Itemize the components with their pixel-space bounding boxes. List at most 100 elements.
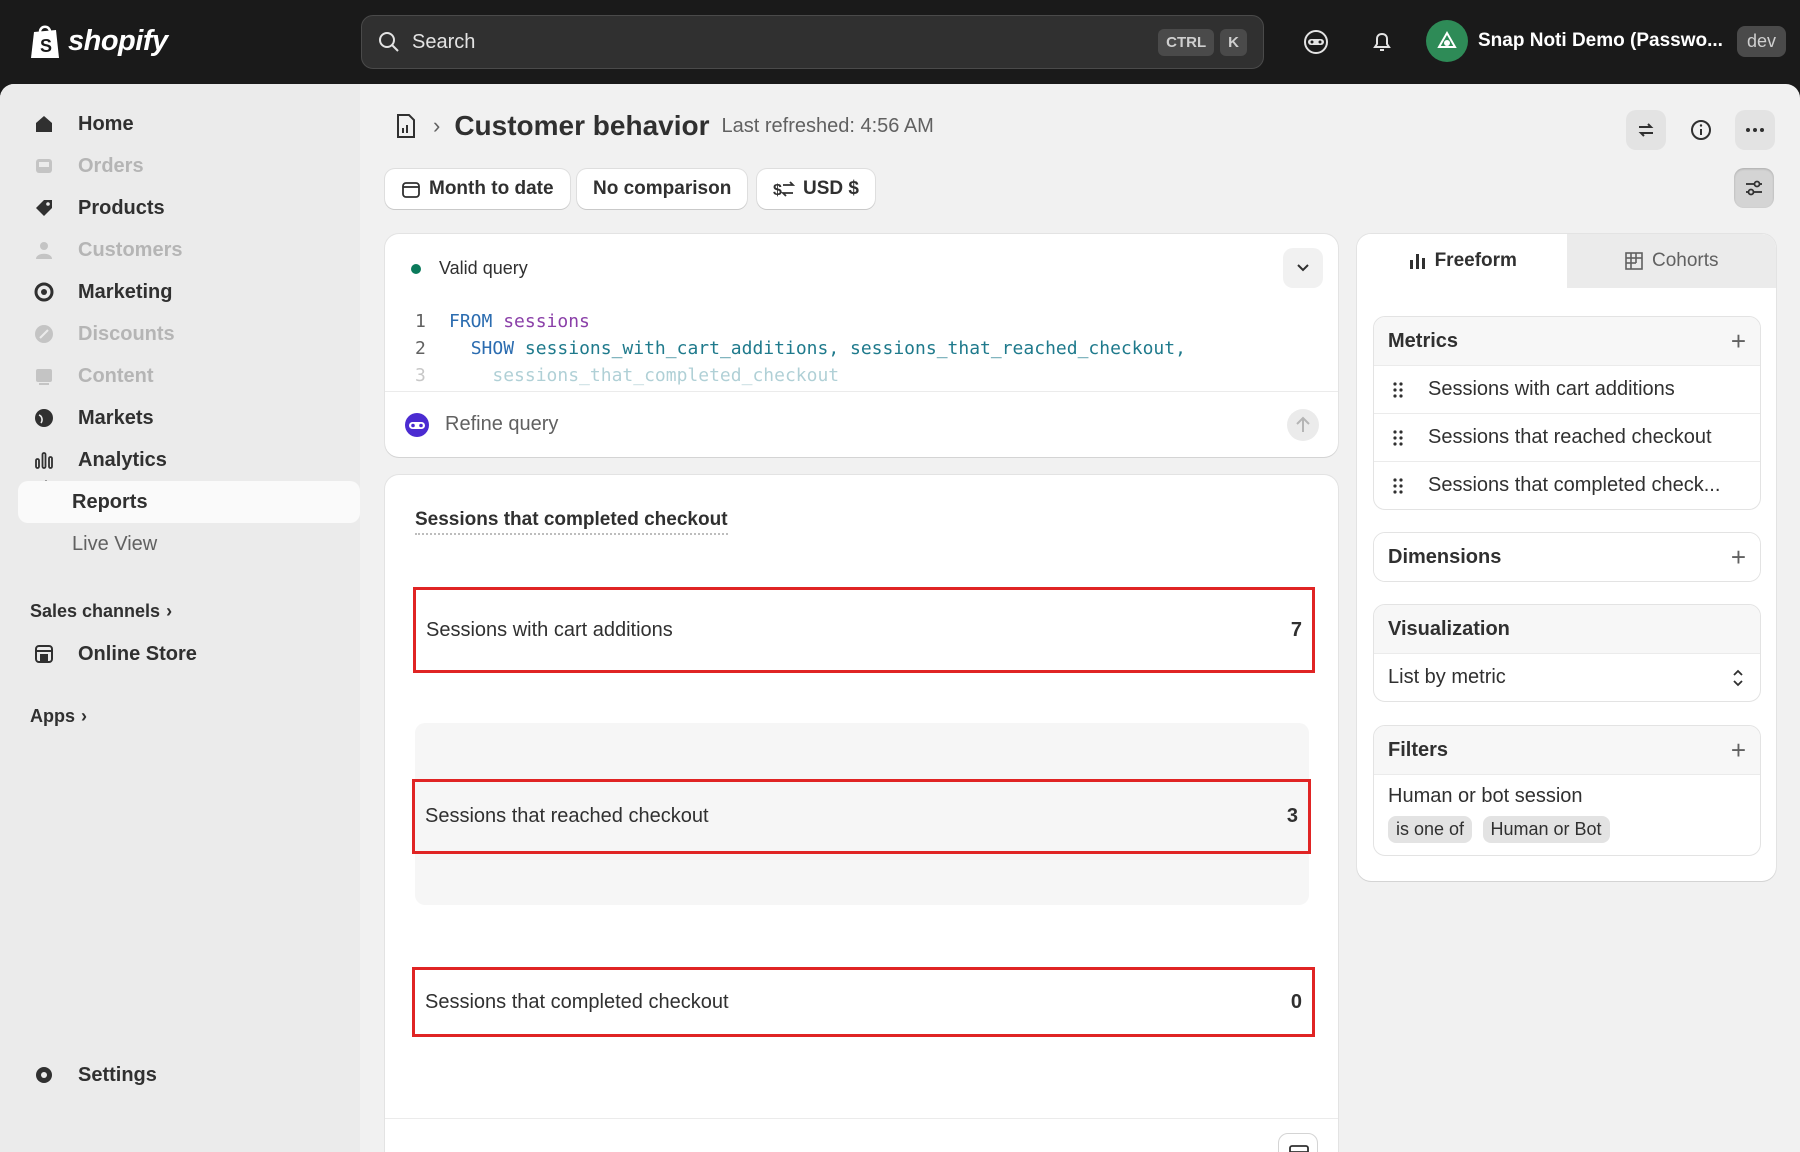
page-title: Customer behavior (454, 110, 710, 141)
info-button[interactable] (1681, 110, 1721, 150)
metrics-title: Metrics (1388, 329, 1459, 352)
refine-query-input[interactable]: Refine query (445, 413, 1286, 436)
drag-handle-icon[interactable] (1388, 381, 1408, 399)
send-arrow-icon[interactable] (1286, 408, 1320, 442)
sidebar-item-label: Home (78, 112, 134, 135)
result-title[interactable]: Sessions that completed checkout (415, 509, 728, 535)
sliders-icon (1746, 180, 1762, 196)
search-bar[interactable]: Search CTRL K (361, 15, 1264, 69)
query-code[interactable]: 1 FROM sessions 2 SHOW sessions_with_cart… (415, 308, 1186, 389)
metric-value: 0 (1290, 990, 1302, 1013)
sidekick-icon[interactable] (1300, 26, 1332, 58)
drag-handle-icon[interactable] (1388, 477, 1408, 495)
sidebar-item-reports[interactable]: Reports (18, 481, 360, 523)
sidebar-item-analytics[interactable]: Analytics (18, 439, 360, 481)
metric-row[interactable]: Sessions with cart additions 7 (413, 587, 1315, 673)
apps-label: Apps (30, 706, 75, 726)
metric-item-label: Sessions with cart additions (1428, 378, 1675, 400)
page-header: › Customer behavior Last refreshed: 4:56… (395, 110, 934, 142)
table-view-button[interactable] (1278, 1133, 1318, 1152)
inbox-icon (32, 154, 56, 178)
person-icon (32, 238, 56, 262)
code-line: 2 SHOW sessions_with_cart_additions, ses… (415, 338, 1186, 359)
sidebar-item-label: Customers (78, 238, 183, 261)
shopify-bag-icon: S (31, 25, 59, 58)
sidebar-item-label: Settings (78, 1063, 157, 1086)
sidebar-item-label: Live View (72, 532, 158, 555)
filter-value-tag[interactable]: Human or Bot (1482, 816, 1610, 843)
metric-item[interactable]: Sessions that completed check... (1374, 461, 1760, 509)
metrics-section: Metrics + Sessions with cart additions S… (1373, 316, 1761, 510)
add-dimension-plus-icon[interactable]: + (1731, 542, 1746, 573)
currency-label: USD $ (803, 178, 859, 199)
metric-item-label: Sessions that completed check... (1428, 474, 1721, 496)
sidebar-item-products[interactable]: Products (18, 187, 360, 229)
shopify-logo[interactable]: S shopify (28, 22, 168, 60)
sidebar-item-label: Analytics (78, 448, 167, 471)
refine-query-bar[interactable]: Refine query (385, 391, 1338, 457)
top-bar: S shopify Search CTRL K Snap Noti Demo (… (0, 0, 1800, 84)
sidebar-item-markets[interactable]: Markets (18, 397, 360, 439)
date-range-button[interactable]: Month to date (385, 169, 570, 209)
date-range-label: Month to date (429, 178, 554, 199)
grid-icon (1625, 252, 1643, 270)
sales-channels-header[interactable]: Sales channels › (30, 601, 172, 622)
metric-item[interactable]: Sessions with cart additions (1374, 365, 1760, 413)
sidebar-item-label: Products (78, 196, 165, 219)
sidebar-item-label: Online Store (78, 642, 197, 665)
sidebar-item-customers[interactable]: Customers (18, 229, 360, 271)
more-actions-button[interactable] (1735, 110, 1775, 150)
metric-item[interactable]: Sessions that reached checkout (1374, 413, 1760, 461)
visualization-value: List by metric (1388, 666, 1506, 688)
sidebar-item-discounts[interactable]: Discounts (18, 313, 360, 355)
sidebar-item-online-store[interactable]: Online Store (18, 633, 360, 675)
metric-row[interactable]: Sessions that reached checkout 3 (412, 779, 1311, 854)
result-card: Sessions that completed checkout Session… (385, 475, 1338, 1152)
sidebar-item-marketing[interactable]: Marketing (18, 271, 360, 313)
report-file-icon[interactable] (395, 113, 417, 139)
filters-section: Filters + Human or bot session is one of… (1373, 725, 1761, 856)
metric-value: 3 (1286, 805, 1298, 827)
drag-handle-icon[interactable] (1388, 429, 1408, 447)
metric-label: Sessions that reached checkout (425, 805, 709, 827)
visualization-title: Visualization (1388, 617, 1510, 640)
sidekick-avatar-icon (405, 412, 429, 437)
sidebar-item-live-view[interactable]: Live View (18, 523, 360, 565)
target-icon (32, 280, 56, 304)
add-filter-plus-icon[interactable]: + (1731, 735, 1746, 766)
sidebar-item-home[interactable]: Home (18, 103, 360, 145)
currency-exchange-icon: $ (773, 181, 795, 199)
refresh-button[interactable] (1626, 110, 1666, 150)
store-switcher[interactable]: Snap Noti Demo (Passwo... dev (1426, 20, 1786, 62)
sidebar-item-content[interactable]: Content (18, 355, 360, 397)
dimensions-header[interactable]: Dimensions + (1374, 533, 1760, 581)
collapse-query-button[interactable] (1283, 248, 1323, 288)
apps-header[interactable]: Apps › (30, 706, 87, 727)
dimensions-section: Dimensions + (1373, 532, 1761, 582)
comparison-button[interactable]: No comparison (577, 169, 748, 209)
storefront-icon (32, 642, 56, 666)
home-icon (32, 112, 56, 136)
bell-icon[interactable] (1366, 26, 1398, 58)
visualization-select[interactable]: List by metric (1374, 653, 1760, 701)
svg-text:$: $ (773, 182, 782, 199)
metric-label: Sessions that completed checkout (425, 990, 729, 1013)
tab-cohorts[interactable]: Cohorts (1566, 234, 1776, 288)
tab-cohorts-label: Cohorts (1651, 250, 1719, 271)
metrics-header: Metrics + (1374, 317, 1760, 365)
toggle-panel-button[interactable] (1734, 168, 1774, 208)
metric-row[interactable]: Sessions that completed checkout 0 (412, 967, 1315, 1037)
filter-item[interactable]: Human or bot session is one of Human or … (1374, 774, 1760, 855)
filter-operator-tag[interactable]: is one of (1388, 816, 1473, 843)
image-icon (32, 364, 56, 388)
store-name: Snap Noti Demo (Passwo... (1478, 30, 1723, 51)
add-metric-plus-icon[interactable]: + (1731, 326, 1746, 357)
search-placeholder: Search (412, 30, 476, 53)
sidebar-item-settings[interactable]: Settings (18, 1054, 360, 1096)
currency-button[interactable]: $ USD $ (757, 169, 875, 209)
sidebar-item-orders[interactable]: Orders (18, 145, 360, 187)
bar-chart-icon (32, 448, 56, 472)
tab-freeform[interactable]: Freeform (1357, 234, 1567, 288)
visualization-header: Visualization (1374, 605, 1760, 653)
globe-icon (32, 406, 56, 430)
